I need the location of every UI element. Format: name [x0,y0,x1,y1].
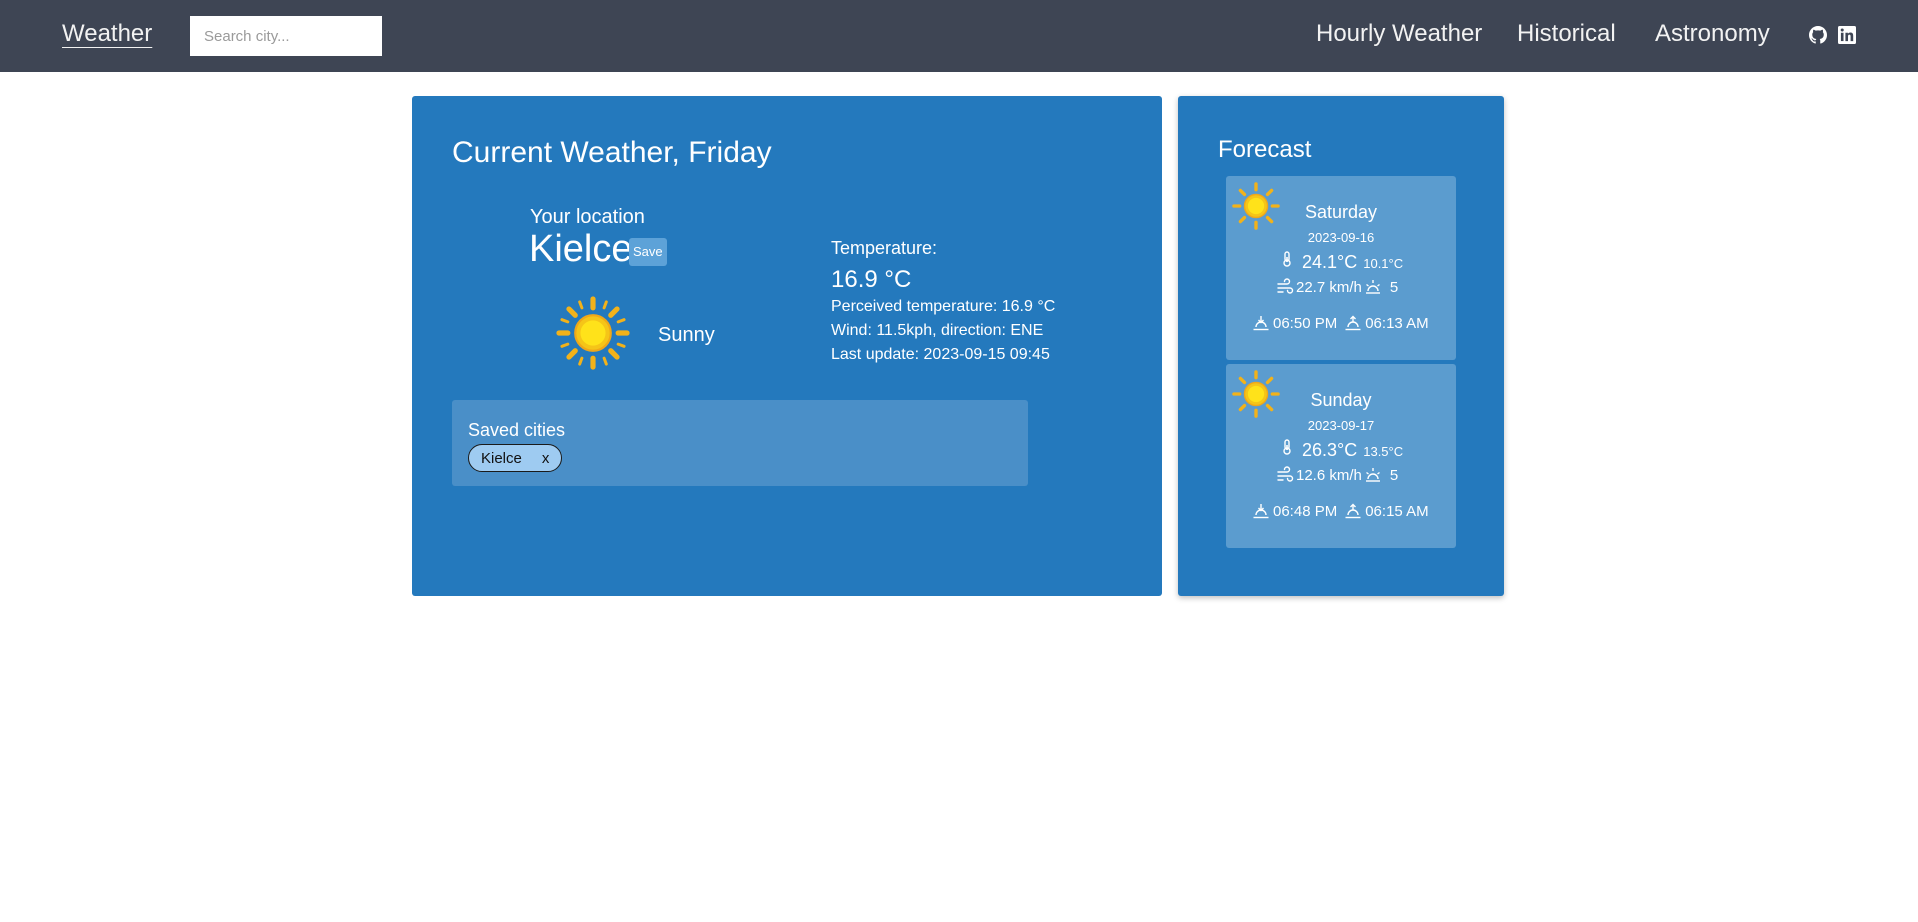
saved-cities-title: Saved cities [468,420,566,440]
remove-city-button[interactable]: x [542,446,550,471]
forecast-day: Sunday 2023-09-17 26.3°C 13.5°C 12.6 km/… [1226,364,1456,548]
forecast-min-temp: 13.5°C [1363,444,1404,459]
forecast-wind-speed: 22.7 km/h [1296,278,1362,296]
forecast-uv-index: 5 [1389,466,1399,484]
current-weather-card: Current Weather, Friday Your location Ki… [412,96,1162,596]
forecast-max-temp: 26.3°C [1302,440,1358,460]
forecast-min-temp: 10.1°C [1363,256,1404,271]
sunrise-icon [1345,503,1361,519]
github-icon[interactable] [1809,26,1827,44]
forecast-sunset: 06:50 PM [1273,314,1338,332]
forecast-sunrise: 06:15 AM [1365,502,1429,520]
current-weather-title: Current Weather, Friday [452,136,772,169]
sunset-icon [1253,504,1269,519]
thermometer-icon [1283,439,1291,455]
forecast-sunset: 06:48 PM [1273,502,1338,520]
forecast-uv-index: 5 [1389,278,1399,296]
navbar: Weather Hourly Weather Historical Astron… [0,0,1918,72]
temperature-value: 16.9 °C [831,266,912,293]
forecast-date: 2023-09-16 [1307,230,1375,245]
nav-link-hourly-weather[interactable]: Hourly Weather [1316,20,1482,48]
uv-index-icon [1365,468,1380,482]
saved-cities-panel: Saved cities Kielce x [452,400,1028,486]
forecast-day-name: Saturday [1304,202,1378,222]
save-city-button[interactable]: Save [629,238,667,266]
brand-link[interactable]: Weather [62,20,152,48]
nav-link-historical[interactable]: Historical [1517,20,1616,48]
forecast-sun-times: 06:50 PM 06:13 AM [1252,314,1429,332]
nav-link-astronomy[interactable]: Astronomy [1655,20,1770,48]
forecast-temperature: 26.3°C 13.5°C [1278,438,1403,461]
wind-info: Wind: 11.5kph, direction: ENE [831,322,1044,339]
wind-icon [1277,278,1294,294]
temperature-label: Temperature: [831,238,938,258]
sun-icon [556,296,630,370]
forecast-wind: 12.6 km/h 5 [1276,466,1398,484]
perceived-temperature: Perceived temperature: 16.9 °C [831,298,1056,315]
forecast-day: Saturday 2023-09-16 24.1°C 10.1°C 22.7 k… [1226,176,1456,360]
search-input[interactable] [190,16,382,56]
thermometer-icon [1283,251,1291,267]
forecast-day-name: Sunday [1310,390,1372,410]
forecast-card: Forecast Saturday 2023-09-16 24.1°C 10.1… [1178,96,1504,596]
forecast-max-temp: 24.1°C [1302,252,1358,272]
forecast-sunrise: 06:13 AM [1365,314,1429,332]
sunrise-icon [1345,315,1361,331]
forecast-sun-times: 06:48 PM 06:15 AM [1252,502,1429,520]
forecast-wind-speed: 12.6 km/h [1296,466,1362,484]
sunset-icon [1253,316,1269,331]
forecast-date: 2023-09-17 [1307,418,1375,433]
forecast-temperature: 24.1°C 10.1°C [1278,250,1403,273]
saved-city-name[interactable]: Kielce [481,446,522,471]
last-update: Last update: 2023-09-15 09:45 [831,346,1050,363]
condition-text: Sunny [658,324,715,346]
uv-index-icon [1365,280,1380,294]
forecast-wind: 22.7 km/h 5 [1276,278,1398,296]
location-label: Your location [530,206,645,228]
saved-city-chip[interactable]: Kielce x [468,444,563,472]
linkedin-icon[interactable] [1838,26,1856,44]
forecast-title: Forecast [1218,136,1312,163]
city-name: Kielce [529,228,633,270]
wind-icon [1277,466,1294,482]
